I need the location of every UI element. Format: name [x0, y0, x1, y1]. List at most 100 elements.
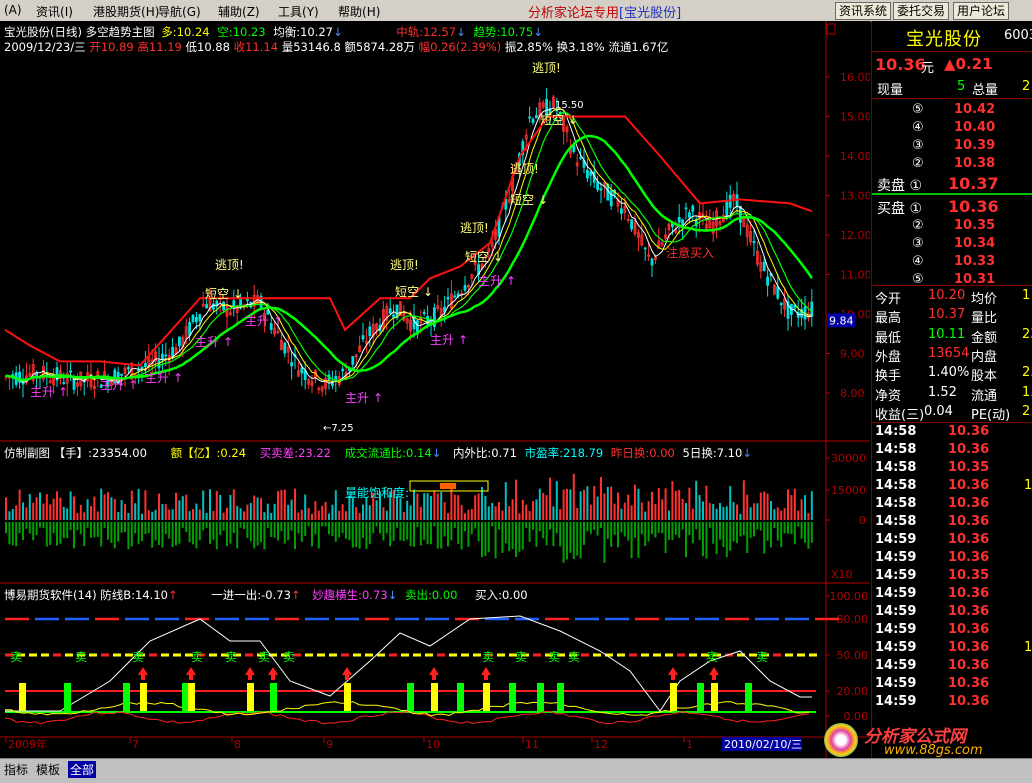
sell-price: 10.39 [954, 138, 996, 153]
volume-bar [739, 513, 742, 520]
volume-neg-bar [627, 522, 630, 541]
volume-bar [776, 507, 779, 520]
volume-bar [151, 511, 154, 520]
sub2-mairu: 买入:0.00 [475, 588, 528, 602]
volume-neg-bar [185, 522, 188, 533]
volume-neg-bar [453, 522, 456, 529]
menu-item-hk-futures[interactable]: 港股期货(H) [93, 3, 159, 20]
menu-item-assist[interactable]: 辅助(Z) [218, 3, 260, 20]
volume-neg-bar [457, 522, 460, 544]
volume-bar [28, 494, 31, 520]
tick-price: 10.36 [948, 676, 990, 691]
volume-neg-bar [338, 522, 341, 538]
volume-neg-bar [759, 522, 762, 531]
volume-bar [766, 493, 769, 520]
tab-all[interactable]: 全部 [68, 761, 97, 778]
volume-neg-bar [725, 522, 728, 558]
candle-body [531, 118, 535, 123]
menu-item-a[interactable]: (A) [4, 3, 22, 17]
trade-button[interactable]: 委托交易 [893, 2, 950, 20]
forum-button[interactable]: 用户论坛 [953, 2, 1010, 20]
buy-up-arrow-stem [248, 675, 252, 680]
volume-neg-bar [263, 522, 266, 550]
zhusheng-up-arrow: ↑ [273, 314, 283, 328]
volume-bar [283, 489, 286, 520]
buy-up-arrow-icon [245, 667, 255, 675]
candle-body [589, 171, 593, 176]
sell-signal-label: 卖 [548, 650, 560, 664]
volume-neg-bar [164, 522, 167, 535]
volume-bar [651, 491, 653, 520]
signal-bar [697, 683, 704, 711]
volume-bar [725, 506, 728, 520]
tick-time: 14:58 [875, 460, 917, 475]
menu-item-tools[interactable]: 工具(Y) [278, 3, 319, 20]
stock-name: 宝光股份 [906, 29, 982, 50]
volume-bar [324, 501, 327, 520]
volume-bar [147, 510, 150, 520]
volume-bar [39, 492, 41, 520]
price-change: ▲0.21 [944, 55, 993, 73]
candle-body [62, 382, 66, 385]
volume-bar [304, 494, 307, 520]
volume-bar [579, 491, 582, 520]
volume-neg-bar [212, 522, 215, 540]
volume-neg-bar [304, 522, 307, 536]
zhusheng-up-arrow: ↑ [458, 333, 468, 347]
tick-row: 14:59 10.36 [872, 586, 1032, 604]
bar-float: 流通1.67亿 [608, 40, 669, 54]
stats-row: 外盘 13654 内盘 [872, 346, 1032, 365]
candle-body [422, 311, 426, 315]
menu-item-nav[interactable]: 导航(G) [158, 3, 201, 20]
xianliang-value: 5 [957, 79, 966, 94]
buy-up-arrow-stem [671, 675, 675, 680]
volume-bar [460, 504, 463, 520]
volume-neg-bar [766, 522, 769, 541]
volume-bar [698, 495, 701, 520]
volume-neg-bar [406, 522, 409, 540]
stat-value: 0.04 [924, 403, 953, 419]
zhongxian-value: 中轨:12.57 [396, 25, 457, 39]
zhusheng-label: 主升 [430, 333, 454, 347]
volume-bar [518, 513, 521, 520]
volume-bar [355, 507, 358, 520]
stats-row: 今开 10.20 均价 1 [872, 288, 1032, 307]
stat-value: 10.20 [928, 288, 966, 303]
sub1-saturation-label: 量能饱和度: [345, 485, 409, 500]
menu-item-help[interactable]: 帮助(H) [338, 3, 380, 20]
bar-turnover: 换3.18% [556, 40, 605, 54]
candle-body [688, 212, 691, 218]
volume-bar [11, 509, 14, 520]
y-tick-label: 11.00 [840, 269, 870, 282]
volume-neg-bar [314, 522, 317, 535]
volume-bar [96, 511, 99, 520]
volume-bar [610, 486, 613, 520]
volume-neg-bar [763, 522, 766, 554]
y-tick-label: 15.00 [840, 111, 870, 124]
tab-template[interactable]: 模板 [36, 761, 60, 778]
volume-bar [715, 508, 718, 520]
candle-body [650, 258, 654, 266]
tick-row: 14:59 10.36 [872, 622, 1032, 640]
volume-bar [637, 488, 640, 520]
taoding-label: 逃顶! [460, 221, 489, 235]
candle-body [290, 362, 294, 367]
chart-area[interactable]: 16.0015.0014.0013.0012.0011.0010.009.008… [0, 21, 870, 758]
menu-item-news[interactable]: 资讯(I) [36, 3, 73, 20]
news-system-button[interactable]: 资讯系统 [835, 2, 892, 20]
volume-neg-bar [678, 522, 681, 538]
zongliang-label: 总量 [972, 83, 999, 98]
volume-neg-bar [440, 522, 443, 549]
volume-neg-bar [76, 522, 79, 531]
volume-neg-bar [385, 522, 388, 534]
volume-neg-bar [586, 522, 589, 532]
volume-bar [351, 497, 354, 520]
volume-neg-bar [110, 522, 113, 543]
tab-indicator[interactable]: 指标 [4, 761, 28, 778]
sell-signal-label: 卖 [482, 650, 494, 664]
volume-neg-bar [498, 522, 500, 530]
duankong-down-arrow: ↓ [493, 250, 503, 264]
volume-bar [787, 489, 789, 520]
volume-bar [807, 513, 810, 520]
volume-bar [300, 509, 303, 520]
